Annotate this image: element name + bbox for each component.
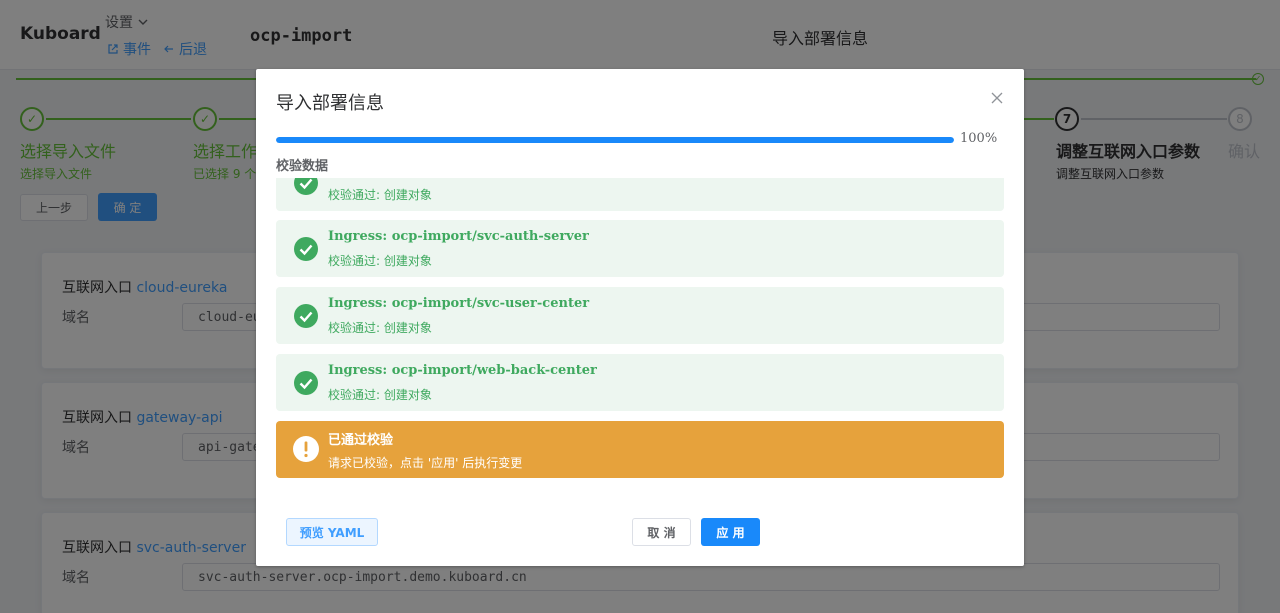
validation-summary-title: 已通过校验 [328, 433, 394, 448]
import-dialog: 导入部署信息 100% 校验数据 校验通过: 创建对象 Ingress: ocp… [256, 69, 1024, 566]
apply-button[interactable]: 应 用 [701, 518, 760, 546]
validation-item: Ingress: ocp-import/web-back-center 校验通过… [276, 354, 1004, 411]
progress-bar [276, 137, 954, 143]
validation-item: Ingress: ocp-import/svc-user-center 校验通过… [276, 287, 1004, 344]
cancel-button[interactable]: 取 消 [632, 518, 691, 546]
validation-desc: 校验通过: 创建对象 [328, 321, 432, 335]
validation-summary-alert: 已通过校验 请求已校验，点击 '应用' 后执行变更 [276, 421, 1004, 478]
validation-desc: 校验通过: 创建对象 [328, 388, 432, 402]
warning-icon [293, 436, 319, 462]
preview-yaml-button[interactable]: 预览 YAML [286, 518, 378, 546]
validation-name: Ingress: ocp-import/web-back-center [328, 363, 597, 378]
progress-text: 100% [960, 131, 998, 146]
close-icon[interactable] [990, 91, 1004, 105]
validation-name: Ingress: ocp-import/svc-auth-server [328, 229, 589, 244]
success-check-icon [294, 304, 318, 328]
progress-fill [276, 137, 954, 143]
success-check-icon [294, 237, 318, 261]
validation-desc: 校验通过: 创建对象 [328, 254, 432, 268]
success-check-icon [294, 178, 318, 195]
success-check-icon [294, 371, 318, 395]
section-title: 校验数据 [276, 159, 329, 174]
validation-summary-desc: 请求已校验，点击 '应用' 后执行变更 [328, 456, 523, 470]
validation-item: 校验通过: 创建对象 [276, 178, 1004, 211]
validation-name: Ingress: ocp-import/svc-user-center [328, 296, 590, 311]
validation-list[interactable]: 校验通过: 创建对象 Ingress: ocp-import/svc-auth-… [276, 178, 1004, 479]
dialog-title: 导入部署信息 [276, 93, 384, 114]
validation-desc: 校验通过: 创建对象 [328, 188, 432, 202]
validation-item: Ingress: ocp-import/svc-auth-server 校验通过… [276, 220, 1004, 277]
